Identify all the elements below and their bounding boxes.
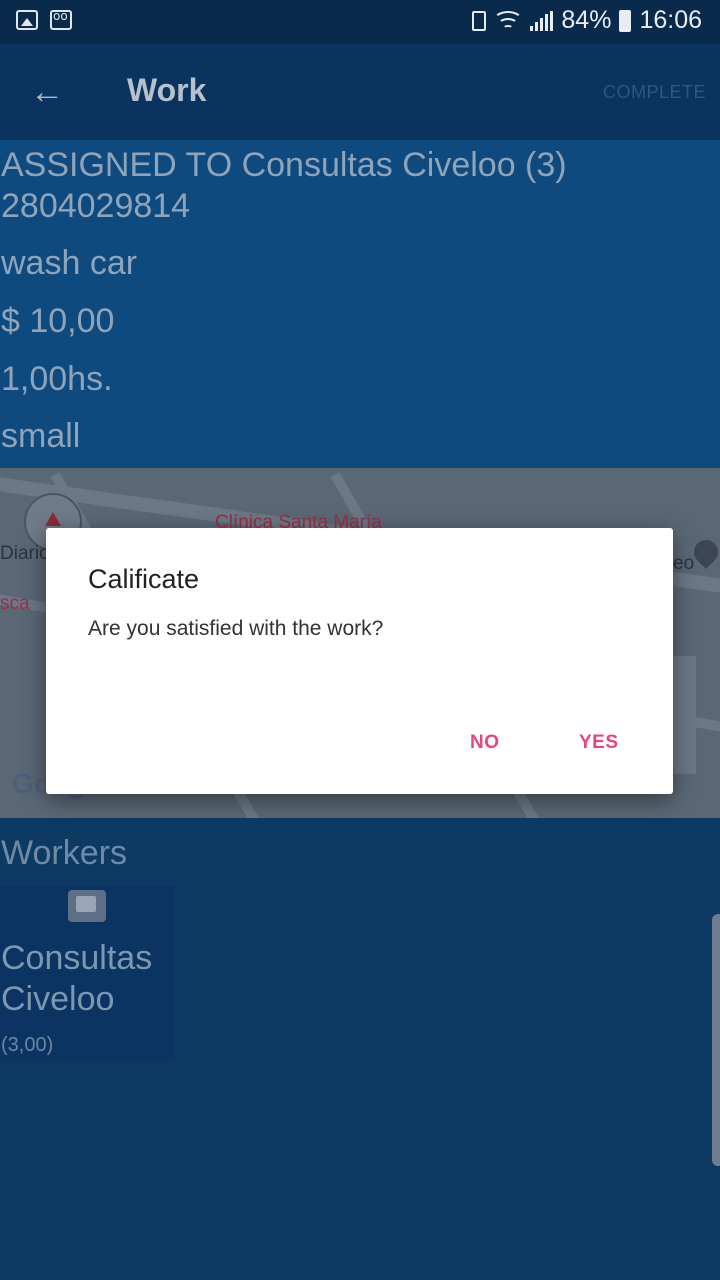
- complete-button[interactable]: COMPLETE: [603, 82, 706, 103]
- yes-button[interactable]: YES: [579, 732, 619, 754]
- map-label-sca: sca: [0, 593, 30, 614]
- dialog-message: Are you satisfied with the work?: [88, 617, 384, 640]
- image-notification-icon: [16, 10, 38, 30]
- worker-avatar: [68, 890, 106, 922]
- assigned-to-text: ASSIGNED TO Consultas Civeloo (3): [1, 146, 567, 184]
- status-bar: 84% 16:06: [0, 0, 720, 44]
- phone-text: 2804029814: [1, 187, 191, 225]
- recycle-icon: [472, 10, 487, 31]
- page-title: Work: [127, 72, 207, 108]
- clock: 16:06: [639, 6, 702, 34]
- rating-dialog: Calificate Are you satisfied with the wo…: [46, 528, 673, 794]
- back-arrow-icon[interactable]: ←: [30, 74, 66, 110]
- worker-card[interactable]: Consultas Civeloo (3,00): [0, 886, 175, 1061]
- work-details: ASSIGNED TO Consultas Civeloo (3) 280402…: [0, 140, 720, 468]
- workers-heading: Workers: [1, 834, 127, 872]
- no-button[interactable]: NO: [470, 732, 500, 754]
- worker-rating: (3,00): [1, 1034, 54, 1056]
- worker-name: Consultas Civeloo: [1, 939, 153, 1018]
- size-text: small: [1, 417, 81, 455]
- price-text: $ 10,00: [1, 302, 115, 340]
- duration-text: 1,00hs.: [1, 360, 113, 398]
- description-text: wash car: [1, 244, 138, 282]
- battery-charging-icon: [619, 9, 632, 32]
- map-label-diario: Diario: [0, 543, 50, 564]
- app-bar: ← Work COMPLETE: [0, 44, 720, 140]
- battery-percent: 84%: [561, 6, 612, 34]
- wifi-icon: [493, 10, 524, 31]
- dialog-title: Calificate: [88, 564, 200, 594]
- map-label-eo: eo: [673, 553, 695, 574]
- signal-icon: [530, 10, 554, 31]
- edge-panel-handle[interactable]: [712, 914, 720, 1166]
- voicemail-notification-icon: [50, 9, 72, 30]
